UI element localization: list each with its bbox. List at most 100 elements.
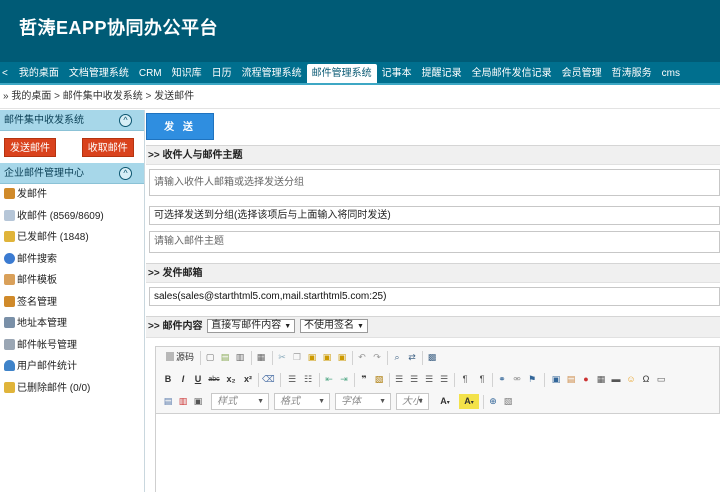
align-center-icon[interactable]: ☰ bbox=[408, 372, 420, 387]
form-icon[interactable]: ▤ bbox=[162, 394, 174, 409]
strikethrough-icon[interactable]: abc bbox=[207, 372, 221, 387]
search-globe-icon bbox=[4, 252, 15, 264]
nav-item-mail[interactable]: 邮件管理系统 bbox=[306, 64, 377, 83]
italic-icon[interactable]: I bbox=[177, 372, 189, 387]
superscript-icon[interactable]: x² bbox=[241, 372, 255, 387]
group-select[interactable]: 可选择发送到分组(选择该项后与上面输入将同时发送) bbox=[149, 206, 720, 225]
sidebar-item-accounts[interactable]: 邮件帐号管理 bbox=[0, 335, 144, 357]
find-icon[interactable]: ⌕ bbox=[391, 350, 403, 365]
unlink-icon[interactable]: ⚮ bbox=[511, 372, 523, 387]
content-mode-select[interactable]: 直接写邮件内容 ▼ bbox=[207, 319, 296, 333]
anchor-icon[interactable]: ⚑ bbox=[526, 372, 538, 387]
align-left-icon[interactable]: ☰ bbox=[393, 372, 405, 387]
div-container-icon[interactable]: ▧ bbox=[373, 372, 385, 387]
nav-item-notepad[interactable]: 记事本 bbox=[377, 63, 417, 83]
nav-prev-button[interactable]: < bbox=[0, 63, 14, 83]
copy-icon[interactable]: ❐ bbox=[291, 350, 303, 365]
panel-mail-system-header[interactable]: 邮件集中收发系统 ^ bbox=[0, 110, 144, 131]
pdf-icon[interactable]: ▥ bbox=[177, 394, 189, 409]
nav-item-documents[interactable]: 文档管理系统 bbox=[64, 63, 134, 83]
nav-item-calendar[interactable]: 日历 bbox=[207, 63, 237, 83]
breadcrumb-item-desktop[interactable]: 我的桌面 bbox=[11, 91, 51, 102]
undo-icon[interactable]: ↶ bbox=[356, 350, 368, 365]
table-icon[interactable]: ▦ bbox=[595, 372, 607, 387]
sidebar-item-signatures[interactable]: 签名管理 bbox=[0, 292, 144, 314]
subject-input[interactable]: 请输入邮件主题 bbox=[149, 231, 720, 253]
nav-item-crm[interactable]: CRM bbox=[134, 63, 167, 83]
remove-format-icon[interactable]: ⌫ bbox=[262, 372, 275, 387]
nav-item-global-mail-log[interactable]: 全局邮件发信记录 bbox=[467, 63, 557, 83]
toolbar-separator bbox=[352, 351, 353, 365]
format-combo[interactable]: 格式 ▼ bbox=[274, 393, 330, 410]
redo-icon[interactable]: ↷ bbox=[371, 350, 383, 365]
underline-icon[interactable]: U bbox=[192, 372, 204, 387]
horizontal-rule-icon[interactable]: ▬ bbox=[610, 372, 622, 387]
sidebar-item-address-book[interactable]: 地址本管理 bbox=[0, 313, 144, 335]
align-right-icon[interactable]: ☰ bbox=[423, 372, 435, 387]
select-all-icon[interactable]: ▩ bbox=[426, 350, 438, 365]
sender-select[interactable]: sales(sales@starthtml5.com,mail.starthtm… bbox=[149, 287, 720, 306]
text-ltr-icon[interactable]: ¶ bbox=[458, 372, 472, 387]
nav-item-workflow[interactable]: 流程管理系统 bbox=[237, 63, 307, 83]
save-icon[interactable]: ▣ bbox=[192, 394, 204, 409]
link-icon[interactable]: ⚭ bbox=[496, 372, 508, 387]
recipients-input[interactable]: 请输入收件人邮箱或选择发送分组 bbox=[149, 169, 720, 196]
sidebar-item-sent[interactable]: 已发邮件 (1848) bbox=[0, 227, 144, 249]
bulleted-list-icon[interactable]: ☷ bbox=[302, 372, 314, 387]
sidebar-item-user-stats[interactable]: 用户邮件统计 bbox=[0, 356, 144, 378]
panel-mail-center-header[interactable]: 企业邮件管理中心 ^ bbox=[0, 163, 144, 184]
page-break-icon[interactable]: ▭ bbox=[655, 372, 667, 387]
replace-icon[interactable]: ⇄ bbox=[406, 350, 418, 365]
special-char-icon[interactable]: Ω bbox=[640, 372, 652, 387]
signature-select[interactable]: 不使用签名 ▼ bbox=[299, 319, 368, 333]
template-icon[interactable]: ▦ bbox=[255, 350, 267, 365]
nav-item-services[interactable]: 哲涛服务 bbox=[607, 63, 657, 83]
sidebar-item-compose[interactable]: 发邮件 bbox=[0, 184, 144, 206]
font-combo[interactable]: 字体 ▼ bbox=[335, 393, 391, 410]
receive-mail-button[interactable]: 收取邮件 bbox=[81, 138, 134, 157]
style-combo[interactable]: 样式 ▼ bbox=[211, 393, 269, 410]
editor-content-area[interactable] bbox=[156, 413, 720, 492]
collapse-icon[interactable]: ^ bbox=[119, 167, 132, 180]
bold-icon[interactable]: B bbox=[162, 372, 174, 387]
sidebar-item-inbox[interactable]: 收邮件 (8569/8609) bbox=[0, 206, 144, 228]
size-combo[interactable]: 大小 ▼ bbox=[396, 393, 429, 410]
sidebar-item-templates[interactable]: 邮件模板 bbox=[0, 270, 144, 292]
text-rtl-icon[interactable]: ¶ bbox=[475, 372, 489, 387]
cut-icon[interactable]: ✂ bbox=[276, 350, 288, 365]
blockquote-icon[interactable]: ❞ bbox=[358, 372, 370, 387]
flash-icon[interactable]: ▤ bbox=[565, 372, 577, 387]
maximize-icon[interactable]: ⊕ bbox=[487, 394, 499, 409]
numbered-list-icon[interactable]: ☰ bbox=[286, 372, 298, 387]
outdent-icon[interactable]: ⇤ bbox=[323, 372, 335, 387]
source-button[interactable]: 源码 bbox=[162, 350, 198, 365]
print-icon[interactable]: ▥ bbox=[234, 350, 246, 365]
breadcrumb-item-mail-system[interactable]: 邮件集中收发系统 bbox=[63, 91, 143, 102]
text-color-icon[interactable]: A▾ bbox=[435, 394, 455, 409]
nav-item-reminders[interactable]: 提醒记录 bbox=[417, 63, 467, 83]
align-justify-icon[interactable]: ☰ bbox=[438, 372, 450, 387]
paste-word-icon[interactable]: ▣ bbox=[336, 350, 348, 365]
preview-icon[interactable]: ▤ bbox=[219, 350, 231, 365]
show-blocks-icon[interactable]: ▧ bbox=[502, 394, 514, 409]
sidebar-item-search[interactable]: 邮件搜索 bbox=[0, 249, 144, 271]
nav-item-knowledge[interactable]: 知识库 bbox=[167, 63, 207, 83]
nav-item-members[interactable]: 会员管理 bbox=[557, 63, 607, 83]
subscript-icon[interactable]: x₂ bbox=[224, 372, 238, 387]
sidebar-item-deleted[interactable]: 已删除邮件 (0/0) bbox=[0, 378, 144, 400]
collapse-icon[interactable]: ^ bbox=[119, 114, 132, 127]
media-icon[interactable]: ● bbox=[580, 372, 592, 387]
paste-text-icon[interactable]: ▣ bbox=[321, 350, 333, 365]
send-button[interactable]: 发 送 bbox=[146, 113, 214, 140]
nav-item-cms[interactable]: cms bbox=[657, 63, 685, 83]
nav-item-desktop[interactable]: 我的桌面 bbox=[14, 63, 64, 83]
paste-icon[interactable]: ▣ bbox=[306, 350, 318, 365]
background-color-icon[interactable]: A▾ bbox=[459, 394, 479, 409]
smiley-icon[interactable]: ☺ bbox=[625, 372, 637, 387]
source-icon bbox=[165, 352, 174, 361]
image-icon[interactable]: ▣ bbox=[550, 372, 562, 387]
indent-icon[interactable]: ⇥ bbox=[338, 372, 350, 387]
send-mail-button[interactable]: 发送邮件 bbox=[4, 138, 56, 157]
new-page-icon[interactable]: ▢ bbox=[204, 350, 216, 365]
mail-menu: 发邮件 收邮件 (8569/8609) 已发邮件 (1848) 邮件搜索 邮件模… bbox=[0, 184, 144, 399]
